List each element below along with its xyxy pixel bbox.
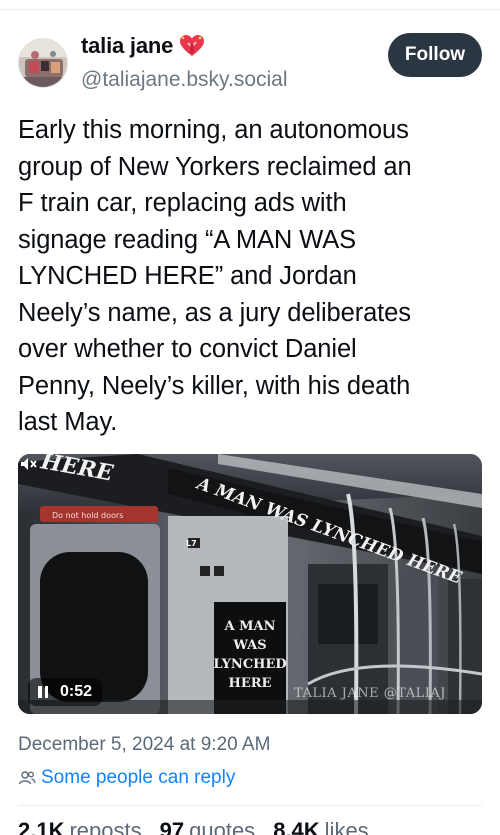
reposts-label: reposts	[69, 818, 142, 835]
people-icon	[18, 771, 36, 785]
quotes-count: 97	[159, 818, 185, 835]
post-text-line: F train car, replacing ads with	[18, 189, 347, 217]
door-sign-text: Do not hold doors	[52, 511, 123, 520]
pause-icon[interactable]	[38, 686, 48, 698]
follow-button[interactable]: Follow	[388, 33, 482, 77]
post-text: Early this morning, an autonomous group …	[18, 112, 484, 441]
post-text-line: over whether to convict Daniel	[18, 335, 357, 363]
quotes-stat[interactable]: 97 quotes	[160, 818, 256, 835]
sign-line: LYNCHED	[213, 657, 286, 672]
reposts-stat[interactable]: 2.1K reposts	[18, 818, 142, 835]
engagement-stats: 2.1K reposts 97 quotes 8.4K likes	[18, 818, 369, 835]
quotes-label: quotes	[189, 818, 256, 835]
post-text-line: Neely’s name, as a jury deliberates	[18, 298, 411, 327]
video-frame: A MAN WAS LYNCHED HERE HERE Do not hold …	[18, 454, 482, 714]
stats-divider	[18, 805, 482, 806]
reply-setting[interactable]: Some people can reply	[18, 767, 235, 789]
post-timestamp[interactable]: December 5, 2024 at 9:20 AM	[18, 734, 270, 756]
likes-label: likes	[324, 818, 369, 835]
play-pause-control[interactable]: 0:52	[28, 678, 103, 706]
post-header: talia jane @taliajane.bsky.social Follow	[18, 33, 482, 97]
car-number: L7	[186, 539, 197, 548]
video-duration: 0:52	[60, 683, 93, 700]
avatar[interactable]	[18, 38, 68, 88]
post-text-line: Early this morning, an autonomous	[18, 116, 409, 144]
author-handle[interactable]: @taliajane.bsky.social	[81, 68, 288, 92]
post-text-line: Penny, Neely’s killer, with his death	[18, 371, 411, 400]
name-row: talia jane	[81, 33, 205, 59]
video-watermark: TALIA JANE @TALIAJ	[294, 686, 446, 701]
sign-line: WAS	[232, 638, 266, 653]
mute-icon[interactable]	[18, 454, 38, 474]
reposts-count: 2.1K	[18, 818, 65, 835]
post-text-line: group of New Yorkers reclaimed an	[18, 152, 412, 181]
likes-count: 8.4K	[273, 818, 320, 835]
video-player[interactable]: A MAN WAS LYNCHED HERE HERE Do not hold …	[18, 454, 482, 714]
reply-setting-label[interactable]: Some people can reply	[41, 767, 235, 789]
heart-sparkle-icon	[180, 35, 205, 56]
display-name[interactable]: talia jane	[81, 33, 173, 59]
top-divider	[0, 9, 500, 10]
post-text-line: last May.	[18, 408, 118, 436]
likes-stat[interactable]: 8.4K likes	[273, 818, 369, 835]
sign-line: A MAN	[224, 619, 276, 634]
post-text-line: LYNCHED HERE” and Jordan	[18, 262, 357, 290]
post-text-line: signage reading “A MAN WAS	[18, 225, 357, 254]
sign-line: HERE	[229, 676, 272, 691]
